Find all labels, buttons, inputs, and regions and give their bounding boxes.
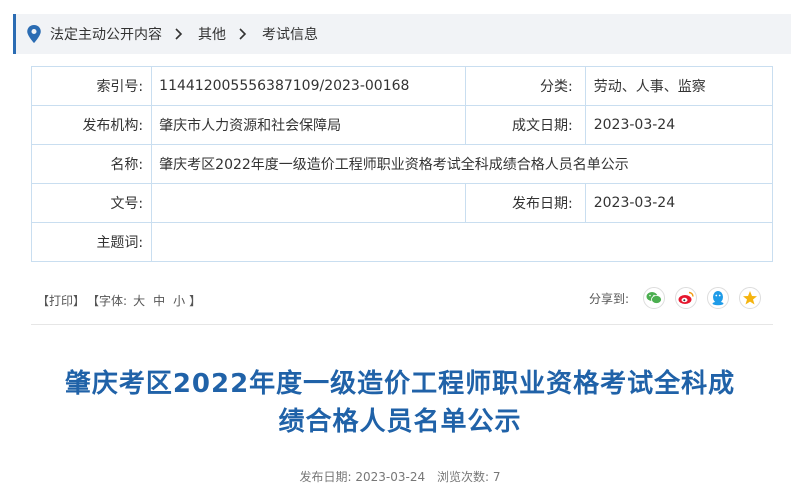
breadcrumb: 法定主动公开内容 其他 考试信息 — [13, 14, 791, 54]
divider — [31, 324, 773, 325]
name-label: 名称: — [30, 144, 153, 184]
publisher-value: 肇庆市人力资源和社会保障局 — [151, 105, 466, 145]
title-line-1: 肇庆考区2022年度一级造价工程师职业资格考试全科成 — [64, 369, 736, 399]
created-date-label: 成文日期: — [464, 105, 586, 145]
share-label: 分享到: — [589, 291, 630, 306]
index-value: 114412005556387109/2023-00168 — [151, 66, 466, 106]
category-label: 分类: — [464, 66, 586, 106]
qq-icon[interactable] — [707, 287, 730, 309]
print-button[interactable]: 【打印】 — [37, 292, 85, 309]
subject-label: 主题词: — [30, 222, 153, 262]
qzone-icon[interactable] — [739, 287, 762, 309]
article-meta: 发布日期: 2023-03-24 浏览次数: 7 — [0, 468, 800, 485]
weibo-icon[interactable] — [675, 287, 698, 309]
publish-date-value: 2023-03-24 — [584, 183, 774, 223]
table-row: 文号: 发布日期: 2023-03-24 — [30, 183, 774, 223]
created-date-value: 2023-03-24 — [584, 105, 774, 145]
publisher-label: 发布机构: — [30, 105, 153, 145]
table-row: 索引号: 114412005556387109/2023-00168 分类: 劳… — [30, 66, 774, 106]
font-small-button[interactable]: 小 — [173, 292, 185, 309]
name-value: 肇庆考区2022年度一级造价工程师职业资格考试全科成绩合格人员名单公示 — [151, 144, 773, 184]
share-bar: 分享到: — [589, 287, 771, 309]
wechat-icon[interactable] — [643, 287, 666, 309]
font-medium-button[interactable]: 中 — [153, 292, 165, 309]
article-title: 肇庆考区2022年度一级造价工程师职业资格考试全科成 绩合格人员名单公示 — [20, 365, 780, 441]
publish-date-label: 发布日期: — [464, 183, 586, 223]
document-info-table: 索引号: 114412005556387109/2023-00168 分类: 劳… — [30, 66, 774, 262]
table-row: 名称: 肇庆考区2022年度一级造价工程师职业资格考试全科成绩合格人员名单公示 — [30, 144, 773, 184]
category-value: 劳动、人事、监察 — [584, 66, 774, 106]
doc-number-label: 文号: — [30, 183, 153, 223]
font-large-button[interactable]: 大 — [133, 292, 145, 309]
chevron-right-icon — [175, 28, 183, 40]
doc-number-value — [151, 183, 466, 223]
location-pin-icon — [27, 25, 41, 43]
table-row: 主题词: — [30, 222, 773, 262]
table-row: 发布机构: 肇庆市人力资源和社会保障局 成文日期: 2023-03-24 — [30, 105, 774, 145]
breadcrumb-item-exam-info[interactable]: 考试信息 — [262, 24, 318, 44]
publish-date-value: 2023-03-24 — [355, 470, 426, 484]
breadcrumb-item-other[interactable]: 其他 — [198, 24, 226, 44]
views-label: 浏览次数: — [436, 470, 490, 484]
title-line-2: 绩合格人员名单公示 — [278, 407, 522, 437]
views-count: 7 — [492, 470, 501, 484]
publish-date-label: 发布日期: — [299, 470, 352, 484]
index-label: 索引号: — [30, 66, 153, 106]
article-tools: 【打印】 【字体: 大 中 小 】 — [37, 292, 203, 309]
breadcrumb-item-public-content[interactable]: 法定主动公开内容 — [50, 24, 162, 44]
font-size-close: 】 — [189, 294, 202, 308]
font-size-label: 【字体: — [87, 294, 128, 308]
chevron-right-icon — [239, 28, 247, 40]
subject-value — [151, 222, 773, 262]
